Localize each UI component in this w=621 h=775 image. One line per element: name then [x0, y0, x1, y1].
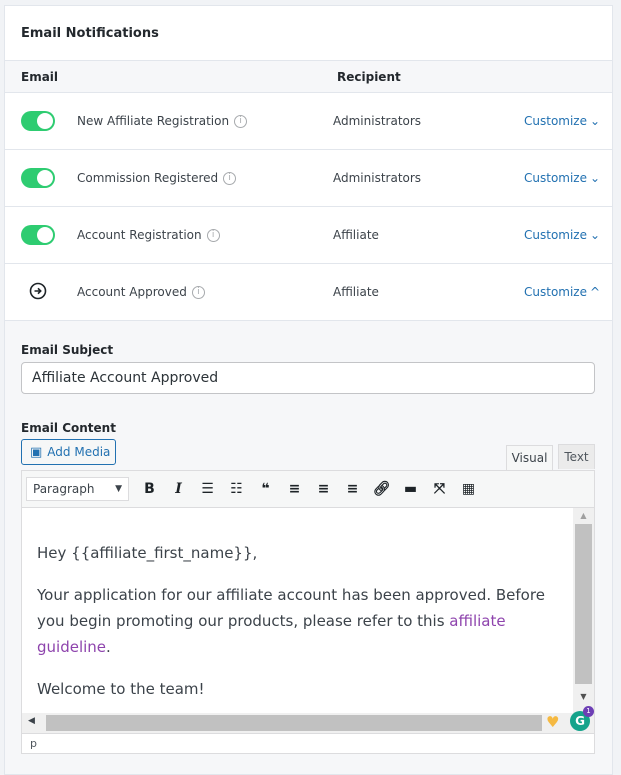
heart-icon: ♥: [546, 713, 559, 731]
read-more-icon[interactable]: ▬: [396, 481, 425, 497]
element-path[interactable]: p: [30, 737, 37, 750]
bold-icon[interactable]: B: [135, 481, 164, 497]
table-row: Account Registration i Affiliate Customiz…: [5, 207, 612, 264]
table-header: Email Recipient: [5, 61, 612, 93]
info-icon[interactable]: i: [192, 286, 205, 299]
numbered-list-icon[interactable]: ☷: [222, 481, 251, 497]
email-name: New Affiliate Registration: [77, 114, 229, 128]
recipient: Administrators: [333, 171, 421, 185]
customize-button[interactable]: Customize⌄: [524, 114, 600, 128]
chevron-down-icon: ⌄: [590, 114, 600, 128]
card-title: Email Notifications: [5, 6, 612, 61]
greeting-text: Hey {{affiliate_first_name}},: [37, 540, 558, 566]
horizontal-scrollbar[interactable]: ◀ ♥ G 1: [22, 713, 594, 733]
vertical-scrollbar[interactable]: ▲ ▼: [573, 508, 594, 713]
table-row: Account Approved i Affiliate Customize^: [5, 264, 612, 321]
enable-toggle[interactable]: [21, 111, 55, 131]
tab-visual[interactable]: Visual: [506, 445, 553, 470]
editor-toolbar: Paragraph▼ B I ☰ ☷ ❝ ≡ ≡ ≡ 🔗︎ ▬ ⤧ ▦: [22, 471, 594, 508]
email-notifications-card: Email Notifications Email Recipient New …: [4, 5, 613, 775]
column-email: Email: [21, 70, 58, 84]
content-editor: Paragraph▼ B I ☰ ☷ ❝ ≡ ≡ ≡ 🔗︎ ▬ ⤧ ▦ Hey …: [21, 470, 595, 754]
customize-button[interactable]: Customize⌄: [524, 171, 600, 185]
enable-toggle[interactable]: [21, 168, 55, 188]
arrow-right-circle-icon: [29, 282, 47, 300]
customize-panel: Email Subject Affiliate Account Approved…: [5, 321, 612, 774]
grammarly-badge: 1: [583, 706, 594, 717]
content-label: Email Content: [21, 421, 116, 435]
body-paragraph: Your application for our affiliate accou…: [37, 582, 558, 660]
tab-text[interactable]: Text: [558, 444, 595, 469]
subject-input[interactable]: Affiliate Account Approved: [21, 362, 595, 394]
recipient: Affiliate: [333, 228, 379, 242]
email-name: Commission Registered: [77, 171, 218, 185]
info-icon[interactable]: i: [207, 229, 220, 242]
align-right-icon[interactable]: ≡: [338, 481, 367, 497]
recipient: Affiliate: [333, 285, 379, 299]
info-icon[interactable]: i: [223, 172, 236, 185]
fullscreen-icon[interactable]: ⤧: [425, 481, 454, 497]
email-name: Account Approved: [77, 285, 187, 299]
italic-icon[interactable]: I: [164, 481, 193, 497]
recipient: Administrators: [333, 114, 421, 128]
align-center-icon[interactable]: ≡: [309, 481, 338, 497]
subject-label: Email Subject: [21, 343, 113, 357]
format-select[interactable]: Paragraph▼: [26, 477, 129, 501]
link-icon[interactable]: 🔗︎: [367, 481, 396, 497]
add-media-button[interactable]: ▣Add Media: [21, 439, 116, 465]
media-icon: ▣: [30, 445, 42, 460]
table-row: Commission Registered i Administrators Cu…: [5, 150, 612, 207]
bullet-list-icon[interactable]: ☰: [193, 481, 222, 497]
column-recipient: Recipient: [337, 70, 401, 84]
info-icon[interactable]: i: [234, 115, 247, 128]
table-row: New Affiliate Registration i Administrato…: [5, 93, 612, 150]
email-name: Account Registration: [77, 228, 202, 242]
chevron-down-icon: ⌄: [590, 171, 600, 185]
chevron-up-icon: ^: [590, 285, 600, 299]
align-left-icon[interactable]: ≡: [280, 481, 309, 497]
customize-button[interactable]: Customize⌄: [524, 228, 600, 242]
enable-toggle[interactable]: [21, 225, 55, 245]
customize-button[interactable]: Customize^: [524, 285, 600, 299]
closing-text: Welcome to the team!: [37, 676, 558, 702]
status-bar: p: [22, 733, 594, 753]
toolbar-toggle-icon[interactable]: ▦: [454, 481, 483, 497]
editor-content[interactable]: Hey {{affiliate_first_name}}, Your appli…: [22, 508, 573, 713]
chevron-down-icon: ⌄: [590, 228, 600, 242]
blockquote-icon[interactable]: ❝: [251, 481, 280, 497]
